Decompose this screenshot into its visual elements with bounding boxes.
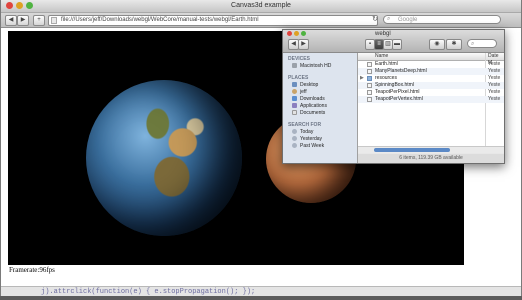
forward-button[interactable]: ▶ — [17, 15, 29, 26]
eye-icon[interactable]: ◉ — [429, 39, 445, 50]
finder-window: webgl ◀ ▶ ▪ ≡ ▥ ▬ ◉ ✱ ⌕ DEVICES Macintos… — [282, 29, 505, 164]
disclosure-triangle-icon[interactable]: ▶ — [360, 75, 364, 82]
devices-header: DEVICES — [288, 56, 310, 62]
status-bar: j).attrclick(function(e) { e.stopPropaga… — [1, 286, 521, 296]
file-row[interactable]: SpinningBox.html Yeste — [358, 82, 504, 89]
search-icon: ⌕ — [387, 16, 391, 22]
reload-icon[interactable]: ↻ — [370, 15, 380, 24]
finder-toolbar: webgl ◀ ▶ ▪ ≡ ▥ ▬ ◉ ✱ ⌕ — [283, 30, 504, 53]
sidebar-item-desktop[interactable]: Desktop — [292, 82, 318, 88]
sidebar-item-macintosh-hd[interactable]: Macintosh HD — [292, 63, 331, 69]
finder-sidebar: DEVICES Macintosh HD PLACES Desktop jeff… — [283, 53, 358, 163]
desktop-strip — [0, 296, 522, 300]
sidebar-item-jeff[interactable]: jeff — [292, 89, 307, 95]
window-title: Canvas3d example — [231, 2, 291, 9]
home-icon — [292, 89, 297, 94]
scrollbar-thumb[interactable] — [374, 148, 450, 152]
gear-icon[interactable]: ✱ — [446, 39, 462, 50]
sidebar-item-documents[interactable]: Documents — [292, 110, 325, 116]
sidebar-item-applications[interactable]: Applications — [292, 103, 327, 109]
search-for-header: SEARCH FOR — [288, 122, 322, 128]
html-file-icon — [367, 83, 372, 88]
downloads-icon — [292, 96, 297, 101]
hard-drive-icon — [292, 63, 297, 68]
html-file-icon — [367, 62, 372, 67]
code-snippet: j).attrclick(function(e) { e.stopPropaga… — [41, 288, 256, 296]
finder-title: webgl — [375, 31, 391, 37]
places-header: PLACES — [288, 75, 309, 81]
html-file-icon — [367, 69, 372, 74]
coverflow-view-button[interactable]: ▬ — [392, 39, 402, 50]
name-column-header[interactable]: Name — [375, 53, 388, 60]
finder-search-input[interactable]: ⌕ — [467, 39, 497, 48]
folder-row[interactable]: ▶ resources Yeste — [358, 75, 504, 82]
file-row[interactable]: ManyPlanetsDeep.html Yeste — [358, 68, 504, 75]
browser-window: Canvas3d example ◀ ▶ + file:///Users/jef… — [1, 0, 521, 296]
horizontal-scrollbar[interactable] — [358, 146, 504, 153]
file-list: Name Date M Earth.html Yeste ManyPlanets… — [358, 53, 504, 151]
clock-icon — [292, 143, 297, 148]
desktop-icon — [292, 82, 297, 87]
browser-toolbar: ◀ ▶ + file:///Users/jeff/Downloads/webgl… — [1, 13, 521, 28]
column-header: Name Date M — [358, 53, 504, 66]
finder-minimize-button[interactable] — [294, 31, 299, 36]
sidebar-item-downloads[interactable]: Downloads — [292, 96, 325, 102]
html-file-icon — [367, 90, 372, 95]
sidebar-item-past-week[interactable]: Past Week — [292, 143, 324, 149]
finder-status-text: 6 items, 119.39 GB available — [358, 154, 504, 163]
file-row[interactable]: Earth.html Yeste — [358, 61, 504, 68]
clock-icon — [292, 136, 297, 141]
sidebar-item-yesterday[interactable]: Yesterday — [292, 136, 322, 142]
finder-forward-button[interactable]: ▶ — [298, 39, 309, 50]
page-icon — [51, 17, 57, 24]
finder-close-button[interactable] — [287, 31, 292, 36]
title-bar: Canvas3d example — [1, 0, 521, 13]
html-file-icon — [367, 97, 372, 102]
file-row[interactable]: TeapotPerPixel.html Yeste — [358, 89, 504, 96]
applications-icon — [292, 103, 297, 108]
finder-zoom-button[interactable] — [301, 31, 306, 36]
clock-icon — [292, 129, 297, 134]
back-button[interactable]: ◀ — [5, 15, 17, 26]
documents-icon — [292, 110, 297, 115]
address-text: file:///Users/jeff/Downloads/webgl/WebCo… — [61, 17, 259, 23]
add-bookmark-button[interactable]: + — [33, 15, 45, 26]
search-input[interactable]: Google — [383, 15, 501, 24]
sidebar-item-today[interactable]: Today — [292, 129, 313, 135]
framerate-text: Framerate:96fps — [9, 266, 55, 274]
file-row[interactable]: TeapotPerVertex.html Yeste — [358, 96, 504, 103]
folder-icon — [367, 76, 372, 81]
address-bar[interactable]: file:///Users/jeff/Downloads/webgl/WebCo… — [48, 15, 378, 26]
earth-globe — [86, 80, 242, 236]
